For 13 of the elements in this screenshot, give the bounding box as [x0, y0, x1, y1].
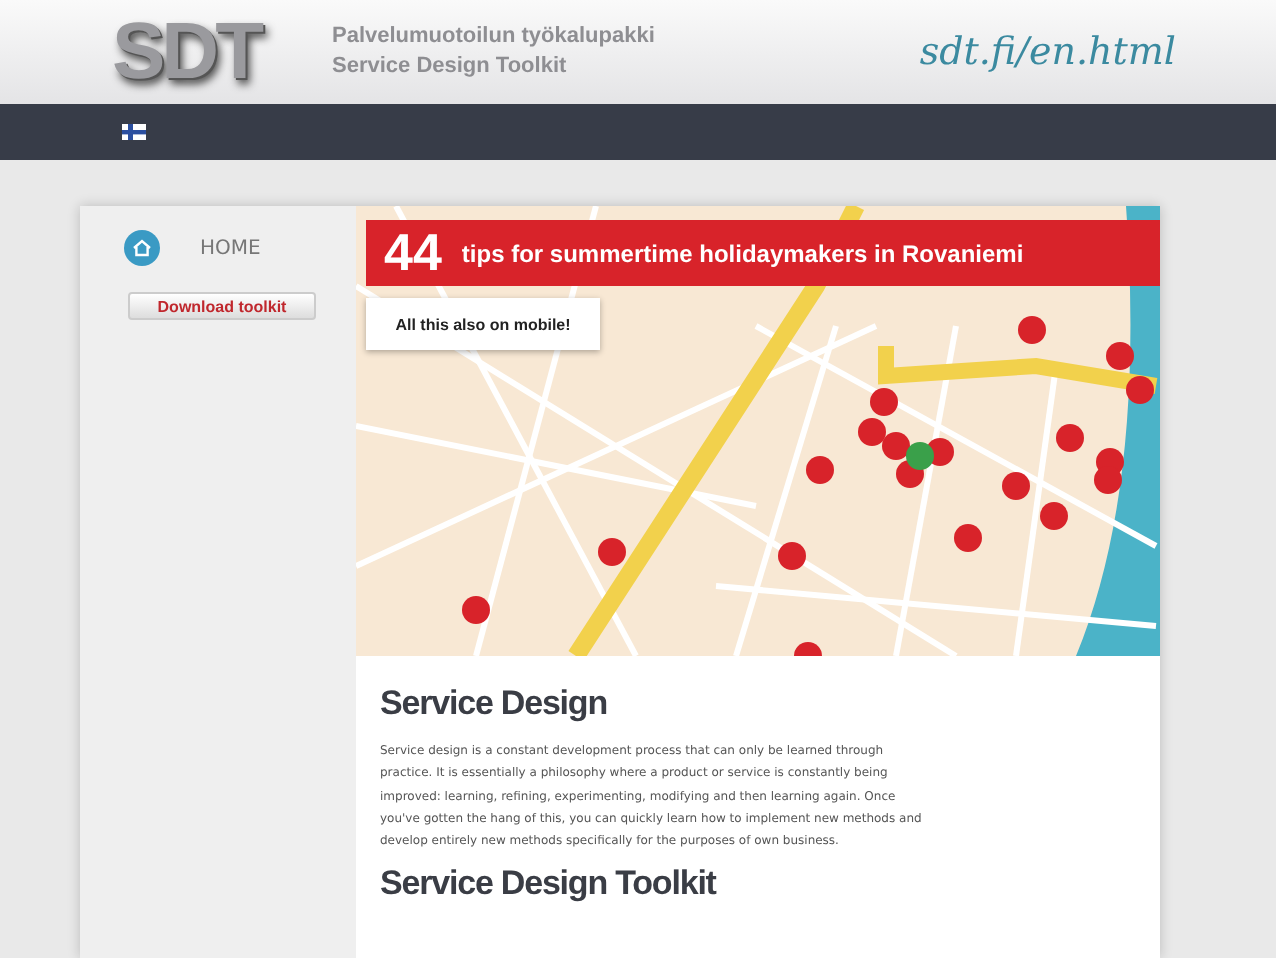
- tagline: Service Design Toolkit: [332, 52, 569, 82]
- section-heading: Service Design: [380, 684, 609, 724]
- logo: SDT: [112, 12, 263, 92]
- map-popup: All this also on mobile!: [366, 298, 600, 350]
- url-caption: sdt.fi/en.html: [919, 30, 1176, 74]
- tagline: Palvelumuotoilun työkalupakki: [332, 22, 655, 52]
- section-heading: Service Design Toolkit: [380, 864, 719, 905]
- home-icon[interactable]: [124, 230, 160, 266]
- download-button[interactable]: Download toolkit: [128, 292, 316, 320]
- banner-title: tips for summertime holidaymakers in Rovaniemi: [461, 239, 1024, 267]
- home-link[interactable]: HOME: [200, 237, 261, 259]
- banner-number: 44: [384, 222, 442, 284]
- flag-icon[interactable]: [122, 124, 146, 140]
